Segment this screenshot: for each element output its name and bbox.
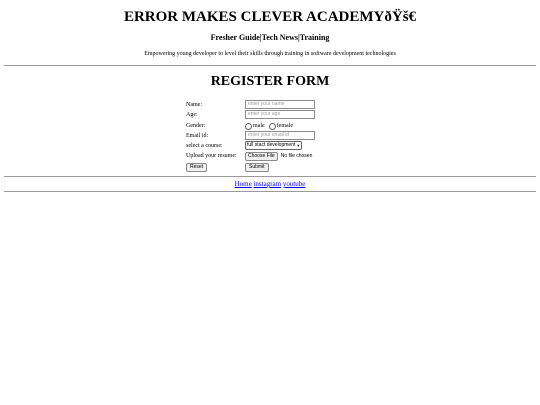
gender-female-label: female <box>276 123 293 129</box>
course-label: select a course: <box>186 143 223 149</box>
gender-male-label: male <box>253 123 265 129</box>
form-title: REGISTER FORM <box>210 74 330 89</box>
divider <box>4 65 536 66</box>
course-select[interactable]: full stact development ▼ <box>245 141 303 150</box>
nav-item-training[interactable]: Training <box>300 33 330 42</box>
footer-link-home[interactable]: Home <box>235 180 252 188</box>
top-nav: Fresher Guide|Tech News|Training <box>0 33 540 42</box>
divider <box>4 176 536 177</box>
footer-links: Home instagram youtube <box>0 180 540 188</box>
email-label: Email id: <box>186 133 209 139</box>
gender-male-radio[interactable] <box>245 122 252 130</box>
choose-file-button[interactable]: Choose File <box>245 151 278 161</box>
resume-label: Upload your resume: <box>186 153 237 159</box>
gender-female-radio[interactable] <box>268 122 276 130</box>
email-input[interactable]: enter your email id <box>245 131 315 140</box>
footer-link-youtube[interactable]: youtube <box>283 180 306 188</box>
course-selected-value: full stact development <box>247 142 296 148</box>
chevron-down-icon: ▼ <box>296 143 301 148</box>
name-input[interactable]: enter your name <box>245 100 315 109</box>
divider <box>4 191 536 192</box>
site-title: ERROR MAKES CLEVER ACADEMYðŸš€ <box>123 9 417 25</box>
nav-item-tech-news[interactable]: Tech News <box>262 33 298 42</box>
footer-link-instagram[interactable]: instagram <box>253 180 281 188</box>
reset-button[interactable]: Reset <box>186 163 208 172</box>
gender-label: Gender: <box>186 123 206 129</box>
tagline: Empowering young developer to level thei… <box>144 51 396 57</box>
file-status: No file chosen <box>280 153 313 159</box>
submit-button[interactable]: Submit <box>245 163 269 172</box>
name-label: Name: <box>186 102 202 108</box>
nav-item-fresher-guide[interactable]: Fresher Guide <box>211 33 260 42</box>
age-label: Age: <box>186 112 198 118</box>
age-input[interactable]: enter your age <box>245 110 315 119</box>
